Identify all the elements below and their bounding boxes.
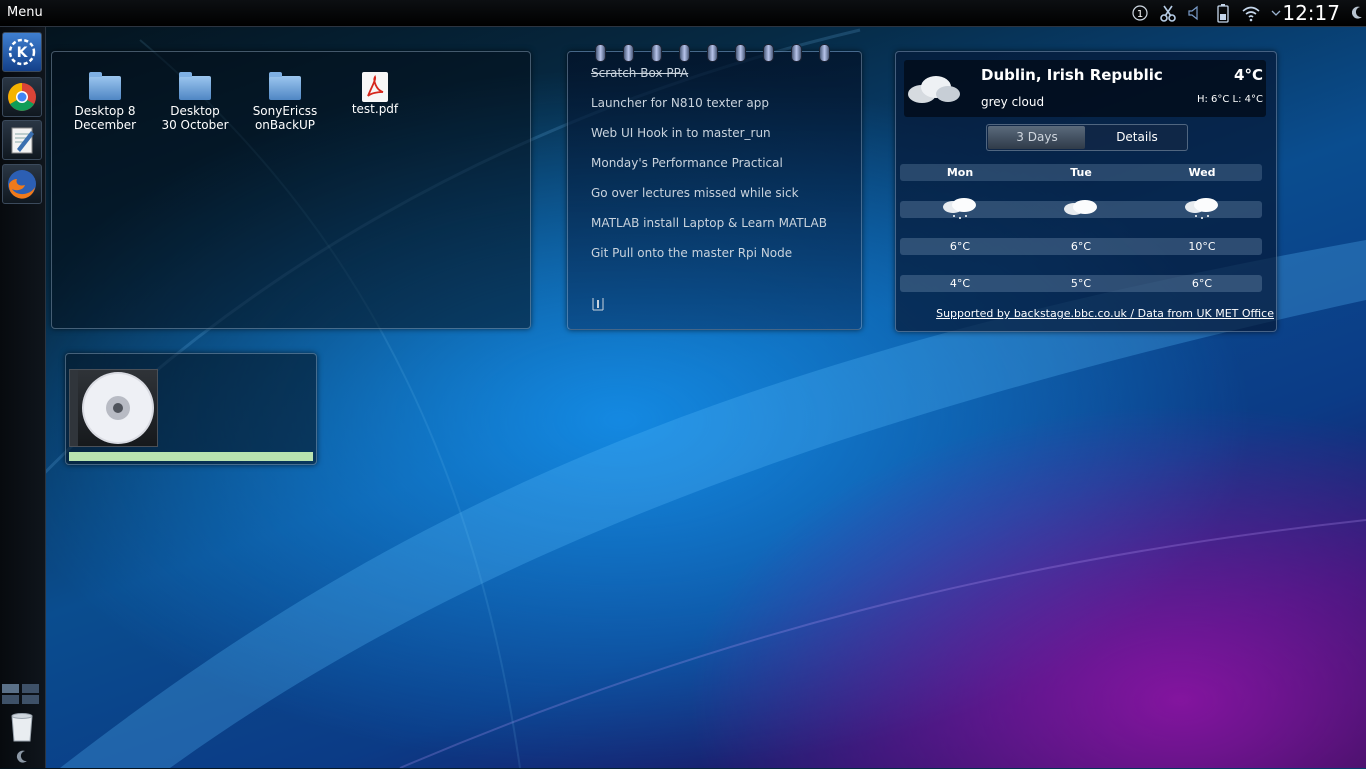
spiral-ring	[679, 44, 690, 62]
todo-item[interactable]: Go over lectures missed while sick	[591, 186, 799, 200]
clipboard-scissors-icon[interactable]	[1157, 2, 1179, 24]
current-cloud-icon	[906, 74, 962, 104]
todo-item[interactable]: Git Pull onto the master Rpi Node	[591, 246, 792, 260]
dock-cashew-icon[interactable]	[14, 749, 32, 765]
forecast-high: 6°C	[1070, 240, 1092, 253]
media-player-widget	[65, 353, 317, 465]
todo-item[interactable]: Web UI Hook in to master_run	[591, 126, 771, 140]
playback-progress-fill	[69, 452, 313, 461]
chrome-icon[interactable]	[2, 77, 42, 117]
folder-icon	[89, 72, 121, 100]
application-menu-button[interactable]: Menu	[7, 5, 43, 20]
snow-cloud-icon	[1183, 197, 1221, 221]
spiral-ring	[763, 44, 774, 62]
todo-item[interactable]: Scratch Box PPA	[591, 66, 688, 80]
notifications-icon[interactable]: 1	[1131, 2, 1149, 24]
current-temperature: 4°C	[1234, 66, 1263, 84]
folder-icon	[179, 72, 211, 100]
forecast-day-name: Mon	[946, 166, 974, 179]
pager-icon[interactable]	[1, 683, 41, 705]
cloud-icon	[1062, 197, 1100, 221]
trash-icon[interactable]	[8, 712, 36, 742]
todo-item[interactable]: Launcher for N810 texter app	[591, 96, 769, 110]
desktop-item-label-line1: Desktop 8	[74, 104, 136, 118]
playback-progress-bar[interactable]	[69, 452, 313, 461]
spiral-ring	[735, 44, 746, 62]
weather-location: Dublin, Irish Republic	[981, 66, 1163, 84]
weather-widget: Dublin, Irish Republic 4°C grey cloud H:…	[895, 51, 1277, 332]
forecast-day-row: Mon Tue Wed	[900, 164, 1262, 181]
forecast-low: 5°C	[1070, 277, 1092, 290]
spiral-ring	[791, 44, 802, 62]
clock[interactable]: 12:17	[1282, 1, 1340, 25]
desktop-item-label-line1: SonyEricss	[252, 104, 318, 118]
kde-launcher-icon[interactable]: K	[2, 32, 42, 72]
desktop-item-label-line1: test.pdf	[351, 102, 399, 116]
spiral-ring	[819, 44, 830, 62]
notifications-count: 1	[1137, 9, 1143, 20]
tray-expand-chevron-down-icon[interactable]	[1269, 2, 1283, 24]
forecast-low-row: 4°C 5°C 6°C	[900, 275, 1262, 292]
text-cursor-icon[interactable]	[591, 296, 605, 311]
left-dock: K	[0, 27, 46, 768]
cd-cover-icon	[69, 369, 158, 447]
pdf-icon	[362, 72, 388, 102]
text-editor-icon[interactable]	[2, 120, 42, 160]
desktop-item[interactable]: Desktop 30 October	[155, 72, 235, 132]
spiral-ring	[707, 44, 718, 62]
weather-condition: grey cloud	[981, 95, 1045, 109]
weather-tabbar: 3 Days Details	[986, 124, 1188, 151]
desktop-item-label-line1: Desktop	[170, 104, 220, 118]
forecast-day-name: Wed	[1188, 166, 1216, 179]
desktop-item-label-line2: 30 October	[161, 118, 229, 132]
tab-3-days-label: 3 Days	[1016, 130, 1058, 144]
svg-text:K: K	[17, 45, 29, 61]
tab-details[interactable]: Details	[1087, 130, 1187, 144]
desktop-item[interactable]: Desktop 8 December	[65, 72, 145, 132]
desktop-item[interactable]: test.pdf	[335, 72, 415, 116]
desktop-item-label-line2: onBackUP	[254, 118, 316, 132]
wifi-icon[interactable]	[1240, 2, 1262, 24]
desktop-item-label-line2: December	[73, 118, 137, 132]
top-panel: Menu 1 12:17	[0, 0, 1366, 27]
folder-icon	[269, 72, 301, 100]
volume-icon[interactable]	[1185, 2, 1203, 24]
folder-view-widget: Desktop 8 December Desktop 30 October So…	[51, 51, 531, 329]
spiral-ring	[651, 44, 662, 62]
forecast-icon-row	[900, 198, 1262, 219]
desktop-item[interactable]: SonyEricss onBackUP	[245, 72, 325, 132]
high-low-temperature: H: 6°C L: 4°C	[1196, 94, 1263, 105]
firefox-icon[interactable]	[2, 164, 42, 204]
forecast-high: 10°C	[1188, 240, 1216, 253]
forecast-day-name: Tue	[1070, 166, 1092, 179]
forecast-high-row: 6°C 6°C 10°C	[900, 238, 1262, 255]
spiral-ring	[623, 44, 634, 62]
spiral-ring	[595, 44, 606, 62]
battery-icon[interactable]	[1213, 2, 1233, 24]
todo-item[interactable]: MATLAB install Laptop & Learn MATLAB	[591, 216, 827, 230]
cashew-moon-icon[interactable]	[1349, 2, 1365, 24]
notes-widget: Scratch Box PPA Launcher for N810 texter…	[567, 44, 862, 330]
forecast-low: 4°C	[949, 277, 971, 290]
forecast-low: 6°C	[1191, 277, 1213, 290]
snow-cloud-icon	[941, 197, 979, 221]
todo-item[interactable]: Monday's Performance Practical	[591, 156, 783, 170]
forecast-high: 6°C	[949, 240, 971, 253]
weather-credit-link[interactable]: Supported by backstage.bbc.co.uk / Data …	[936, 307, 1274, 320]
